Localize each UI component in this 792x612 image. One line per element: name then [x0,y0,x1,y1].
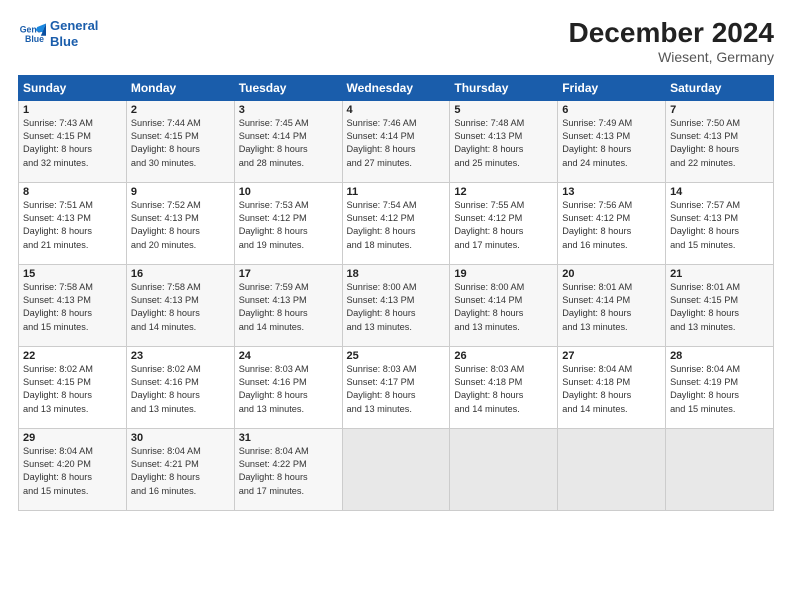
logo-text-line2: Blue [50,34,98,50]
calendar-day-1: 1Sunrise: 7:43 AMSunset: 4:15 PMDaylight… [19,100,127,182]
calendar: Sunday Monday Tuesday Wednesday Thursday… [18,75,774,511]
col-thursday: Thursday [450,75,558,100]
calendar-day-20: 20Sunrise: 8:01 AMSunset: 4:14 PMDayligh… [558,264,666,346]
calendar-day-30: 30Sunrise: 8:04 AMSunset: 4:21 PMDayligh… [126,428,234,510]
calendar-day-empty [342,428,450,510]
calendar-day-empty [666,428,774,510]
calendar-day-15: 15Sunrise: 7:58 AMSunset: 4:13 PMDayligh… [19,264,127,346]
calendar-day-8: 8Sunrise: 7:51 AMSunset: 4:13 PMDaylight… [19,182,127,264]
calendar-day-13: 13Sunrise: 7:56 AMSunset: 4:12 PMDayligh… [558,182,666,264]
calendar-day-23: 23Sunrise: 8:02 AMSunset: 4:16 PMDayligh… [126,346,234,428]
calendar-day-empty [450,428,558,510]
subtitle: Wiesent, Germany [569,49,774,65]
calendar-day-11: 11Sunrise: 7:54 AMSunset: 4:12 PMDayligh… [342,182,450,264]
logo: General Blue General Blue [18,18,98,49]
calendar-day-6: 6Sunrise: 7:49 AMSunset: 4:13 PMDaylight… [558,100,666,182]
calendar-day-3: 3Sunrise: 7:45 AMSunset: 4:14 PMDaylight… [234,100,342,182]
calendar-day-24: 24Sunrise: 8:03 AMSunset: 4:16 PMDayligh… [234,346,342,428]
logo-text-line1: General [50,18,98,34]
calendar-day-empty [558,428,666,510]
header: General Blue General Blue December 2024 … [18,18,774,65]
calendar-day-18: 18Sunrise: 8:00 AMSunset: 4:13 PMDayligh… [342,264,450,346]
calendar-day-26: 26Sunrise: 8:03 AMSunset: 4:18 PMDayligh… [450,346,558,428]
calendar-week-1: 1Sunrise: 7:43 AMSunset: 4:15 PMDaylight… [19,100,774,182]
calendar-day-9: 9Sunrise: 7:52 AMSunset: 4:13 PMDaylight… [126,182,234,264]
header-row: Sunday Monday Tuesday Wednesday Thursday… [19,75,774,100]
calendar-day-7: 7Sunrise: 7:50 AMSunset: 4:13 PMDaylight… [666,100,774,182]
calendar-week-3: 15Sunrise: 7:58 AMSunset: 4:13 PMDayligh… [19,264,774,346]
calendar-week-4: 22Sunrise: 8:02 AMSunset: 4:15 PMDayligh… [19,346,774,428]
calendar-day-22: 22Sunrise: 8:02 AMSunset: 4:15 PMDayligh… [19,346,127,428]
col-friday: Friday [558,75,666,100]
calendar-day-19: 19Sunrise: 8:00 AMSunset: 4:14 PMDayligh… [450,264,558,346]
title-block: December 2024 Wiesent, Germany [569,18,774,65]
calendar-day-29: 29Sunrise: 8:04 AMSunset: 4:20 PMDayligh… [19,428,127,510]
calendar-day-21: 21Sunrise: 8:01 AMSunset: 4:15 PMDayligh… [666,264,774,346]
calendar-day-25: 25Sunrise: 8:03 AMSunset: 4:17 PMDayligh… [342,346,450,428]
calendar-week-2: 8Sunrise: 7:51 AMSunset: 4:13 PMDaylight… [19,182,774,264]
col-sunday: Sunday [19,75,127,100]
col-saturday: Saturday [666,75,774,100]
calendar-day-16: 16Sunrise: 7:58 AMSunset: 4:13 PMDayligh… [126,264,234,346]
col-wednesday: Wednesday [342,75,450,100]
calendar-day-27: 27Sunrise: 8:04 AMSunset: 4:18 PMDayligh… [558,346,666,428]
page: General Blue General Blue December 2024 … [0,0,792,612]
calendar-day-5: 5Sunrise: 7:48 AMSunset: 4:13 PMDaylight… [450,100,558,182]
calendar-day-28: 28Sunrise: 8:04 AMSunset: 4:19 PMDayligh… [666,346,774,428]
calendar-day-14: 14Sunrise: 7:57 AMSunset: 4:13 PMDayligh… [666,182,774,264]
calendar-day-31: 31Sunrise: 8:04 AMSunset: 4:22 PMDayligh… [234,428,342,510]
calendar-week-5: 29Sunrise: 8:04 AMSunset: 4:20 PMDayligh… [19,428,774,510]
calendar-day-17: 17Sunrise: 7:59 AMSunset: 4:13 PMDayligh… [234,264,342,346]
logo-icon: General Blue [18,20,46,48]
calendar-day-4: 4Sunrise: 7:46 AMSunset: 4:14 PMDaylight… [342,100,450,182]
col-tuesday: Tuesday [234,75,342,100]
calendar-day-2: 2Sunrise: 7:44 AMSunset: 4:15 PMDaylight… [126,100,234,182]
col-monday: Monday [126,75,234,100]
main-title: December 2024 [569,18,774,49]
calendar-day-12: 12Sunrise: 7:55 AMSunset: 4:12 PMDayligh… [450,182,558,264]
calendar-day-10: 10Sunrise: 7:53 AMSunset: 4:12 PMDayligh… [234,182,342,264]
